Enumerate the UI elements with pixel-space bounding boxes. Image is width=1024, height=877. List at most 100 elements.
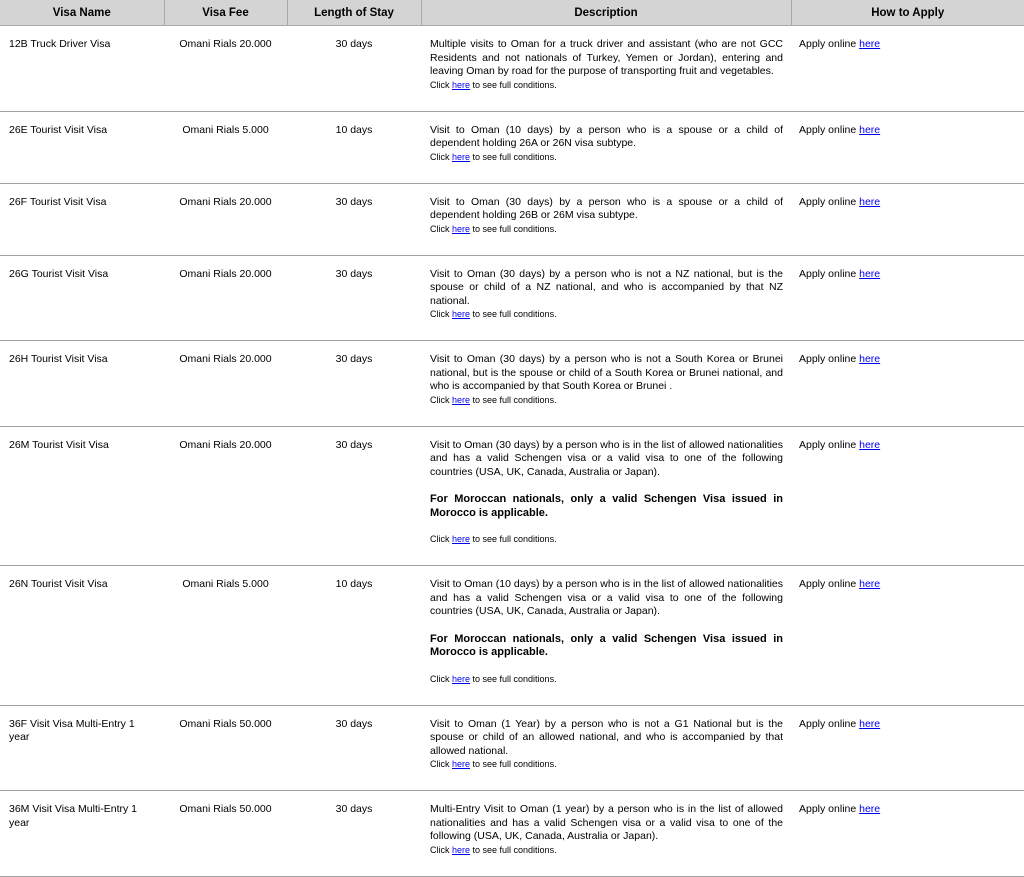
- apply-prefix: Apply online: [799, 717, 860, 730]
- conditions-suffix: to see full conditions.: [470, 309, 557, 319]
- conditions-suffix: to see full conditions.: [470, 534, 557, 544]
- how-to-apply-cell: Apply online here: [791, 565, 1024, 706]
- description-cell: Visit to Oman (30 days) by a person who …: [421, 340, 791, 427]
- how-to-apply-cell: Apply online here: [791, 25, 1024, 112]
- apply-online-link[interactable]: here: [859, 196, 880, 208]
- how-to-apply-cell: Apply online here: [791, 183, 1024, 256]
- conditions-link[interactable]: here: [452, 845, 470, 855]
- apply-prefix: Apply online: [799, 438, 860, 451]
- table-row: 26H Tourist Visit Visa Omani Rials 20.000…: [0, 340, 1024, 427]
- how-to-apply-cell: Apply online here: [791, 111, 1024, 184]
- conditions-prefix: Click: [430, 844, 452, 855]
- apply-online-link[interactable]: here: [859, 718, 880, 730]
- conditions-line: Click here to see full conditions.: [430, 758, 783, 770]
- visa-fee-cell: Omani Rials 20.000: [164, 255, 287, 341]
- header-visa-name: Visa Name: [0, 0, 165, 26]
- apply-prefix: Apply online: [799, 353, 860, 365]
- apply-online-link[interactable]: here: [859, 268, 880, 280]
- conditions-line: Click here to see full conditions.: [430, 844, 783, 856]
- visa-table: Visa Name Visa Fee Length of Stay Descri…: [0, 0, 1024, 877]
- visa-fee-cell: Omani Rials 50.000: [164, 705, 287, 791]
- description-text: Visit to Oman (10 days) by a person who …: [430, 578, 783, 617]
- conditions-suffix: to see full conditions.: [470, 223, 557, 234]
- conditions-link[interactable]: here: [452, 152, 470, 162]
- apply-online-link[interactable]: here: [859, 439, 880, 451]
- apply-online-link[interactable]: here: [859, 353, 880, 365]
- visa-fee-cell: Omani Rials 5.000: [164, 111, 287, 184]
- conditions-line: Click here to see full conditions.: [430, 151, 783, 163]
- conditions-suffix: to see full conditions.: [470, 673, 557, 684]
- conditions-link[interactable]: here: [452, 759, 470, 769]
- moroccan-note: For Moroccan nationals, only a valid Sch…: [430, 493, 783, 519]
- conditions-link[interactable]: here: [452, 395, 470, 405]
- description-cell: Multiple visits to Oman for a truck driv…: [421, 25, 791, 112]
- moroccan-note: For Moroccan nationals, only a valid Sch…: [430, 632, 783, 659]
- description-text: Visit to Oman (30 days) by a person who …: [430, 267, 783, 307]
- visa-name-cell: 26E Tourist Visit Visa: [0, 111, 164, 184]
- visa-name-cell: 36M Visit Visa Multi-Entry 1 year: [0, 790, 164, 877]
- description-text: Visit to Oman (10 days) by a person who …: [430, 123, 783, 150]
- apply-online-link[interactable]: here: [859, 124, 880, 136]
- conditions-suffix: to see full conditions.: [470, 394, 557, 405]
- length-of-stay-cell: 30 days: [287, 183, 421, 256]
- apply-prefix: Apply online: [799, 195, 860, 208]
- description-cell: Visit to Oman (30 days) by a person who …: [421, 183, 791, 256]
- conditions-line: Click here to see full conditions.: [430, 223, 783, 235]
- apply-prefix: Apply online: [799, 123, 860, 136]
- conditions-link[interactable]: here: [452, 534, 470, 544]
- table-row: 26G Tourist Visit Visa Omani Rials 20.000…: [0, 255, 1024, 341]
- apply-online-link[interactable]: here: [859, 803, 880, 815]
- conditions-line: Click here to see full conditions.: [430, 394, 783, 406]
- description-cell: Visit to Oman (30 days) by a person who …: [421, 426, 791, 566]
- visa-fee-cell: Omani Rials 50.000: [164, 790, 287, 877]
- visa-name-cell: 36F Visit Visa Multi-Entry 1 year: [0, 705, 164, 791]
- description-text: Visit to Oman (1 Year) by a person who i…: [430, 717, 783, 757]
- length-of-stay-cell: 30 days: [287, 25, 421, 112]
- how-to-apply-cell: Apply online here: [791, 705, 1024, 791]
- description-text: Visit to Oman (30 days) by a person who …: [430, 195, 783, 222]
- table-row: 26E Tourist Visit Visa Omani Rials 5.000 1…: [0, 111, 1024, 184]
- conditions-prefix: Click: [430, 673, 452, 684]
- conditions-prefix: Click: [430, 759, 452, 769]
- table-body: 12B Truck Driver Visa Omani Rials 20.000 3…: [0, 25, 1024, 877]
- description-cell: Visit to Oman (10 days) by a person who …: [421, 111, 791, 184]
- conditions-suffix: to see full conditions.: [470, 759, 557, 769]
- visa-name-cell: 12B Truck Driver Visa: [0, 25, 164, 112]
- conditions-line: Click here to see full conditions.: [430, 673, 783, 685]
- conditions-link[interactable]: here: [452, 309, 470, 319]
- visa-fee-cell: Omani Rials 20.000: [164, 426, 287, 566]
- visa-name-cell: 26G Tourist Visit Visa: [0, 255, 164, 341]
- conditions-prefix: Click: [430, 309, 452, 319]
- conditions-prefix: Click: [430, 223, 452, 234]
- length-of-stay-cell: 30 days: [287, 255, 421, 341]
- conditions-line: Click here to see full conditions.: [430, 533, 783, 545]
- description-text: Visit to Oman (30 days) by a person who …: [430, 438, 783, 478]
- conditions-link[interactable]: here: [452, 224, 470, 234]
- table-header-row: Visa Name Visa Fee Length of Stay Descri…: [0, 0, 1024, 26]
- table-row: 12B Truck Driver Visa Omani Rials 20.000 3…: [0, 25, 1024, 112]
- conditions-link[interactable]: here: [452, 674, 470, 684]
- header-length-of-stay: Length of Stay: [287, 0, 422, 26]
- conditions-suffix: to see full conditions.: [470, 844, 557, 855]
- length-of-stay-cell: 30 days: [287, 426, 421, 566]
- conditions-prefix: Click: [430, 151, 452, 162]
- visa-name-cell: 26M Tourist Visit Visa: [0, 426, 164, 566]
- conditions-prefix: Click: [430, 394, 452, 405]
- header-how-to-apply: How to Apply: [791, 0, 1024, 26]
- apply-online-link[interactable]: here: [859, 38, 880, 50]
- conditions-prefix: Click: [430, 534, 452, 544]
- table-row: 26F Tourist Visit Visa Omani Rials 20.000…: [0, 183, 1024, 256]
- conditions-link[interactable]: here: [452, 80, 470, 90]
- visa-name-cell: 26H Tourist Visit Visa: [0, 340, 164, 427]
- conditions-prefix: Click: [430, 79, 452, 90]
- length-of-stay-cell: 30 days: [287, 340, 421, 427]
- description-cell: Multi-Entry Visit to Oman (1 year) by a …: [421, 790, 791, 877]
- header-description: Description: [421, 0, 792, 26]
- length-of-stay-cell: 30 days: [287, 705, 421, 791]
- length-of-stay-cell: 30 days: [287, 790, 421, 877]
- apply-prefix: Apply online: [799, 803, 860, 815]
- length-of-stay-cell: 10 days: [287, 111, 421, 184]
- table-row: 36F Visit Visa Multi-Entry 1 year Omani R…: [0, 705, 1024, 791]
- visa-name-cell: 26N Tourist Visit Visa: [0, 565, 164, 706]
- apply-online-link[interactable]: here: [859, 578, 880, 590]
